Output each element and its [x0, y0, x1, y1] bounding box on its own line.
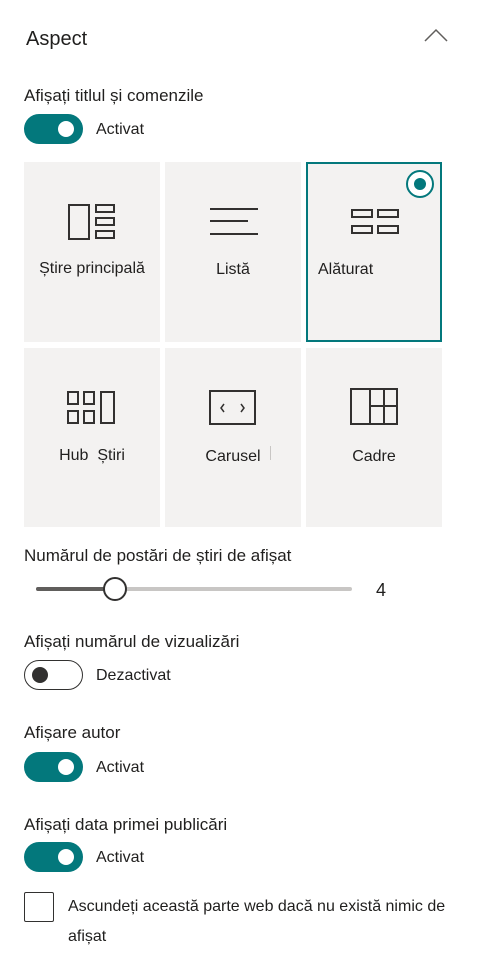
posts-count-label: Numărul de postări de știri de afișat: [24, 546, 292, 565]
toggle-knob: [32, 667, 48, 683]
divider: [270, 446, 271, 460]
tile-label: Listă: [216, 261, 250, 278]
list-icon: [210, 208, 258, 235]
posts-count-slider[interactable]: [36, 577, 352, 601]
section-header: Aspect: [24, 26, 454, 56]
toggle-knob: [58, 121, 74, 137]
radio-dot: [414, 178, 426, 190]
slider-thumb[interactable]: [103, 577, 127, 601]
show-author-toggle[interactable]: [24, 752, 83, 782]
layout-tile-side-by-side[interactable]: Alăturat: [306, 162, 442, 342]
show-views-label: Afișați numărul de vizualizări: [24, 632, 240, 651]
posts-count-value: 4: [376, 580, 387, 600]
hub-news-icon: [67, 391, 115, 424]
tile-label: Hub Știri: [59, 447, 125, 464]
chevron-up-icon[interactable]: [422, 26, 450, 48]
layout-tile-hub-news[interactable]: Hub Știri: [24, 348, 160, 527]
selected-radio: [406, 170, 434, 198]
show-views-toggle[interactable]: [24, 660, 83, 690]
show-author-state: Activat: [96, 759, 145, 776]
show-views-state: Dezactivat: [96, 667, 171, 684]
carousel-icon: [209, 390, 256, 425]
top-story-icon: [68, 204, 115, 240]
show-date-state: Activat: [96, 849, 145, 866]
hide-if-empty-label: Ascundeți această parte web dacă nu exis…: [68, 898, 446, 945]
show-date-toggle[interactable]: [24, 842, 83, 872]
tile-label: Știre principală: [39, 260, 145, 277]
show-author-label: Afișare autor: [24, 723, 121, 742]
layout-tile-tiles[interactable]: Cadre: [306, 348, 442, 527]
show-title-label: Afișați titlul și comenzile: [24, 86, 204, 105]
tile-label: Alăturat: [318, 261, 374, 278]
toggle-knob: [58, 849, 74, 865]
layout-tile-carousel[interactable]: Carusel: [165, 348, 301, 527]
section-title: Aspect: [26, 28, 88, 50]
side-by-side-icon: [351, 209, 399, 234]
tile-label: Cadre: [352, 448, 396, 465]
toggle-knob: [58, 759, 74, 775]
tiles-icon: [350, 388, 398, 425]
show-title-toggle[interactable]: [24, 114, 83, 144]
hide-if-empty-checkbox[interactable]: [24, 892, 54, 922]
show-title-state: Activat: [96, 121, 145, 138]
layout-tile-top-story[interactable]: Știre principală: [24, 162, 160, 342]
layout-tile-list[interactable]: Listă: [165, 162, 301, 342]
show-date-label: Afișați data primei publicări: [24, 815, 228, 834]
tile-label: Carusel: [205, 448, 261, 465]
